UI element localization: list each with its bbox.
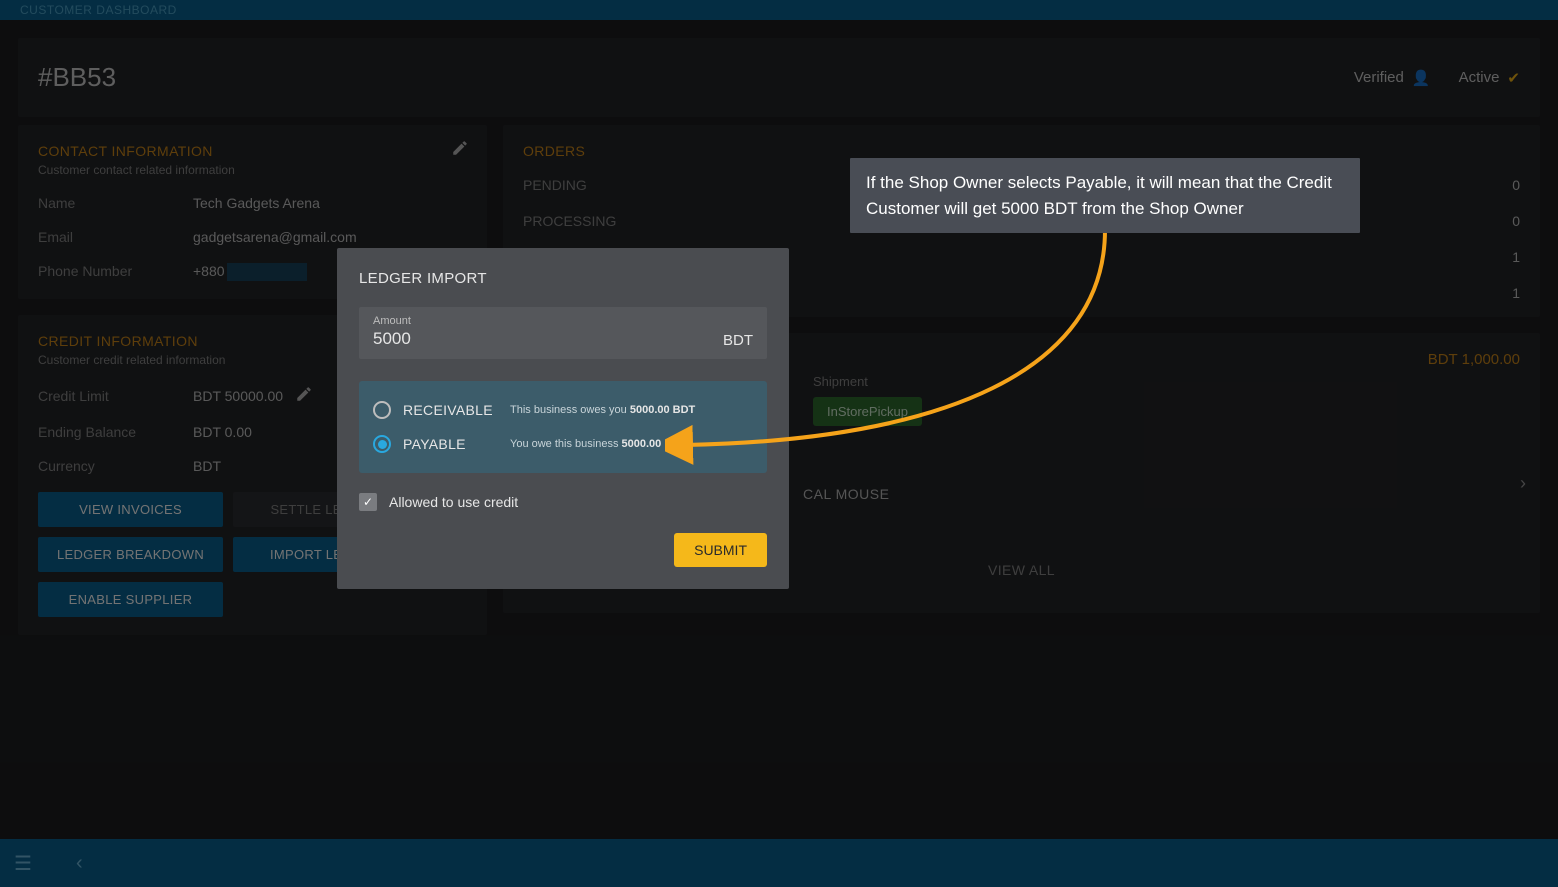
allow-credit-checkbox[interactable]: ✓ Allowed to use credit (359, 493, 767, 511)
amount-currency: BDT (723, 332, 753, 349)
submit-button[interactable]: SUBMIT (674, 533, 767, 567)
amount-label: Amount (373, 315, 411, 327)
radio-icon (373, 401, 391, 419)
receivable-label: RECEIVABLE (403, 402, 498, 418)
modal-title: LEDGER IMPORT (359, 270, 767, 287)
ledger-import-modal: LEDGER IMPORT Amount 5000 BDT RECEIVABLE… (337, 248, 789, 589)
annotation-tooltip: If the Shop Owner selects Payable, it wi… (850, 158, 1360, 233)
amount-value: 5000 (373, 329, 411, 349)
receivable-option[interactable]: RECEIVABLE This business owes you 5000.0… (373, 393, 753, 427)
ledger-type-group: RECEIVABLE This business owes you 5000.0… (359, 381, 767, 473)
allow-credit-label: Allowed to use credit (389, 494, 518, 510)
checkbox-checked-icon: ✓ (359, 493, 377, 511)
amount-input[interactable]: Amount 5000 BDT (359, 307, 767, 359)
radio-selected-icon (373, 435, 391, 453)
payable-label: PAYABLE (403, 436, 498, 452)
payable-description: You owe this business 5000.00 BDT (510, 438, 687, 450)
payable-option[interactable]: PAYABLE You owe this business 5000.00 BD… (373, 427, 753, 461)
receivable-description: This business owes you 5000.00 BDT (510, 404, 695, 416)
